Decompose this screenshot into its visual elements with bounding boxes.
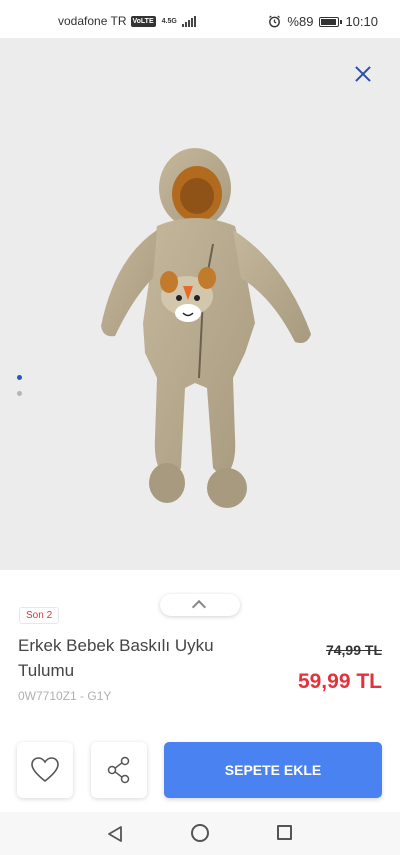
battery-percent: %89 — [287, 14, 314, 29]
back-triangle-icon[interactable] — [106, 825, 124, 843]
close-icon[interactable] — [350, 62, 376, 88]
heart-icon — [31, 757, 59, 783]
recent-square-icon[interactable] — [277, 825, 292, 840]
product-image — [101, 148, 311, 508]
product-sku: 0W7710Z1 - G1Y — [18, 689, 112, 703]
share-button[interactable] — [91, 742, 147, 798]
status-bar: vodafone TR VoLTE 4.5G %89 10:10 — [0, 0, 400, 40]
gallery-dot-active[interactable] — [17, 375, 22, 380]
share-icon — [107, 756, 130, 784]
clock: 10:10 — [345, 14, 378, 29]
chevron-up-icon — [191, 599, 207, 615]
home-circle-icon[interactable] — [191, 824, 209, 842]
product-image-gallery[interactable] — [0, 38, 400, 570]
status-right: %89 10:10 — [268, 14, 378, 29]
carrier-name: vodafone TR — [58, 14, 127, 28]
signal-icon — [181, 15, 196, 27]
expand-details-button[interactable] — [160, 594, 240, 616]
gallery-dot[interactable] — [17, 391, 22, 396]
favorite-button[interactable] — [17, 742, 73, 798]
battery-icon — [319, 16, 343, 27]
sale-price: 59,99 TL — [297, 670, 382, 693]
stock-badge: Son 2 — [19, 607, 60, 624]
old-price: 74,99 TL — [325, 642, 382, 658]
product-title: Erkek Bebek Baskılı Uyku Tulumu — [18, 636, 214, 680]
status-left: vodafone TR VoLTE 4.5G — [58, 14, 196, 28]
alarm-icon — [269, 15, 281, 28]
system-nav-bar — [0, 812, 400, 855]
network-type: 4.5G — [161, 17, 177, 25]
volte-badge: VoLTE — [130, 15, 156, 27]
add-to-cart-button[interactable]: SEPETE EKLE — [164, 742, 382, 798]
